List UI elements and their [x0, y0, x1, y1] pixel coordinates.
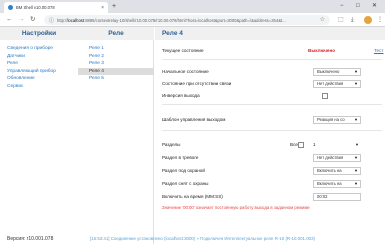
forward-icon[interactable]: →: [18, 16, 25, 24]
relay-header: Реле: [78, 27, 154, 40]
disarmed-select[interactable]: Включить на ▼: [313, 180, 361, 188]
chevron-down-icon: ▼: [354, 69, 358, 74]
test-link[interactable]: Тест: [374, 46, 384, 56]
chevron-down-icon: ▼: [354, 181, 358, 186]
download-icon[interactable]: ⤓: [351, 16, 354, 24]
time-input[interactable]: 00:02: [313, 193, 361, 201]
no-link-selected: Нет действия: [317, 81, 344, 86]
disarmed-selected: Включить на: [317, 181, 342, 186]
disarmed-label: Раздел снят с охраны: [162, 181, 209, 186]
reload-icon[interactable]: ↻: [30, 16, 35, 24]
no-link-row: Состояние при отсутствии связи Нет дейст…: [162, 79, 382, 89]
armed-row: Раздел под охраной Включить на ▼: [162, 166, 382, 176]
close-window-icon[interactable]: ✕: [372, 2, 377, 11]
initial-state-selected: Выключено: [317, 69, 340, 74]
relay-item-1[interactable]: Реле 1: [78, 45, 154, 53]
no-link-label: Состояние при отсутствии связи: [162, 81, 232, 86]
maximize-icon[interactable]: □: [356, 2, 360, 11]
main-panel: Реле 4 Текущее состояние Выключено Тест …: [155, 27, 385, 232]
armed-selected: Включить на: [317, 168, 342, 173]
tab-close-icon[interactable]: ×: [101, 5, 104, 11]
url-input[interactable]: ⓘ http://localhost:8895/contextrelay-10/…: [44, 15, 330, 25]
page-title: Реле 4: [162, 30, 183, 37]
sidebar-item-service[interactable]: Сервис: [0, 83, 78, 91]
relay-item-5[interactable]: Реле 5: [78, 75, 154, 83]
relay-item-4[interactable]: Реле 4: [78, 67, 154, 75]
alarm-label: Раздел в тревоге: [162, 155, 199, 160]
initial-state-row: Начальное состояние Выключено ▼: [162, 67, 382, 77]
alarm-select[interactable]: Нет действия ▼: [313, 154, 361, 162]
invert-label: Инверсия выхода: [162, 93, 200, 98]
current-state-row: Текущее состояние Выключено Тест: [162, 46, 384, 56]
sections-row: Разделы Все 1 ▼: [162, 140, 382, 150]
template-label: Шаблон управления выходом: [162, 117, 226, 122]
version-label: Версия: r10.001.078: [7, 236, 54, 242]
menu-icon[interactable]: ⋮: [377, 16, 383, 24]
sidebar-item-update[interactable]: Обновление: [0, 75, 78, 83]
sections-all-checkbox[interactable]: [298, 142, 304, 148]
divider: [162, 104, 382, 105]
sections-all-label: Все: [290, 142, 298, 147]
armed-select[interactable]: Включить на ▼: [313, 167, 361, 175]
time-label: Включить на время (ММ:SS): [162, 194, 223, 199]
current-state-value: Выключено: [308, 48, 336, 53]
armed-label: Раздел под охраной: [162, 168, 205, 173]
disarmed-row: Раздел снят с охраны Включить на ▼: [162, 179, 382, 189]
browser-tab-bar: BM Shell v10.00.078 × + − □ ✕: [0, 0, 385, 13]
divider: [162, 130, 382, 131]
relay-item-2[interactable]: Реле 2: [78, 53, 154, 61]
minimize-icon[interactable]: −: [340, 2, 344, 11]
settings-menu: Сведения о приборе Датчики Реле Управляю…: [0, 45, 78, 90]
profile-avatar[interactable]: [364, 16, 372, 24]
current-state-label: Текущее состояние: [162, 48, 204, 53]
extensions-icon[interactable]: ⬚: [338, 16, 344, 24]
initial-state-select[interactable]: Выключено ▼: [313, 68, 361, 76]
chevron-down-icon[interactable]: ▼: [355, 140, 359, 150]
time-note: Значение '00:00' означает постоянную раб…: [162, 205, 310, 210]
sections-label: Разделы: [162, 142, 181, 147]
settings-header: Настройки: [0, 27, 78, 40]
chevron-down-icon: ▼: [354, 155, 358, 160]
template-row: Шаблон управления выходом Реакция на со ▼: [162, 115, 382, 125]
new-tab-button[interactable]: +: [112, 2, 116, 11]
alarm-row: Раздел в тревоге Нет действия ▼: [162, 153, 382, 163]
relay-title: Реле: [108, 30, 124, 37]
sections-value[interactable]: 1: [313, 140, 316, 150]
sidebar-item-device-info[interactable]: Сведения о приборе: [0, 45, 78, 53]
bookmark-star-icon[interactable]: ☆: [320, 16, 325, 23]
sidebar-item-sensors[interactable]: Датчики: [0, 53, 78, 61]
url-text: http://localhost:8895/contextrelay-10/sh…: [57, 17, 286, 23]
back-icon[interactable]: ←: [6, 16, 13, 24]
sidebar-item-relays[interactable]: Реле: [0, 60, 78, 68]
browser-tab[interactable]: BM Shell v10.00.078 ×: [4, 2, 108, 13]
time-value: 00:02: [317, 194, 328, 199]
relay-item-3[interactable]: Реле 3: [78, 60, 154, 68]
sidebar: Настройки Реле Сведения о приборе Датчик…: [0, 27, 154, 244]
address-bar: ← → ↻ ⓘ http://localhost:8895/contextrel…: [0, 13, 385, 27]
tab-title: BM Shell v10.00.078: [16, 5, 55, 10]
site-info-icon[interactable]: ⓘ: [49, 17, 54, 24]
connection-status: [15:53:41] Соединение установлено (local…: [90, 236, 315, 241]
template-selected: Реакция на со: [317, 117, 345, 122]
template-select[interactable]: Реакция на со ▼: [313, 116, 361, 124]
time-row: Включить на время (ММ:SS) 00:02: [162, 192, 382, 202]
initial-state-label: Начальное состояние: [162, 69, 209, 74]
chevron-down-icon: ▼: [354, 117, 358, 122]
invert-checkbox[interactable]: [322, 93, 328, 99]
relay-menu: Реле 1 Реле 2 Реле 3 Реле 4 Реле 5: [78, 45, 154, 83]
alarm-selected: Нет действия: [317, 155, 344, 160]
divider: [162, 59, 382, 60]
sidebar-item-controller[interactable]: Управляющий прибор: [0, 68, 78, 76]
chevron-down-icon: ▼: [354, 81, 358, 86]
tab-favicon-icon: [8, 5, 13, 10]
invert-row: Инверсия выхода: [162, 91, 382, 101]
no-link-select[interactable]: Нет действия ▼: [313, 80, 361, 88]
settings-title: Настройки: [21, 30, 57, 37]
main-header: Реле 4: [155, 27, 385, 40]
chevron-down-icon: ▼: [354, 168, 358, 173]
